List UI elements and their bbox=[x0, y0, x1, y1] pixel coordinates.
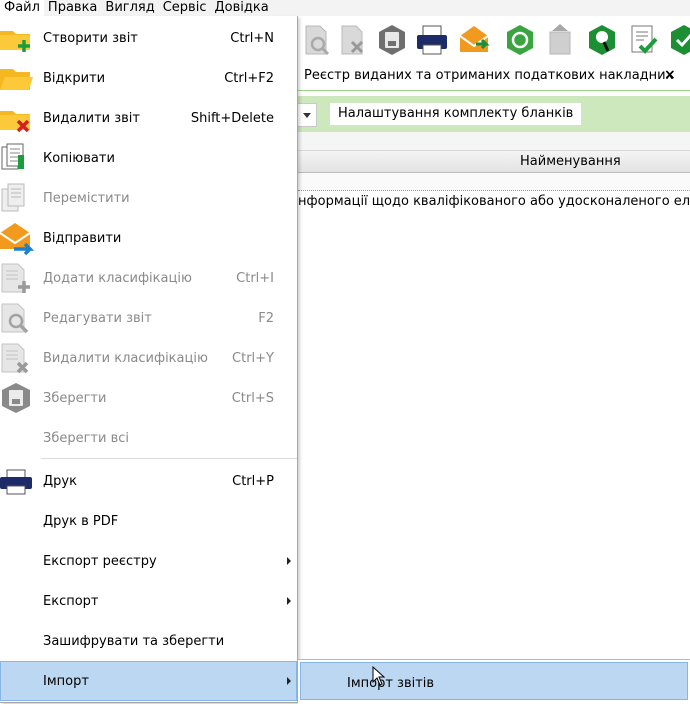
trash-icon[interactable] bbox=[542, 22, 578, 58]
submenu-arrow-icon bbox=[287, 677, 291, 685]
blanks-settings-button[interactable]: Налаштування комплекту бланків bbox=[330, 103, 582, 125]
edit-report-icon bbox=[1, 303, 29, 334]
edit-report-icon[interactable] bbox=[298, 22, 334, 58]
add-classification-icon bbox=[1, 263, 30, 293]
menu-item-shortcut: Ctrl+I bbox=[236, 271, 274, 286]
menu-item-print-pdf[interactable]: Друк в PDF bbox=[0, 501, 297, 541]
menu-item-send[interactable]: Відправити bbox=[0, 218, 297, 258]
grid-header: Найменування bbox=[298, 151, 690, 173]
menu-item-export-registry[interactable]: Експорт реєстру bbox=[0, 541, 297, 581]
printer-icon bbox=[0, 469, 32, 495]
menu-item-label: Зберегти всі bbox=[43, 431, 130, 446]
menu-item-label: Копіювати bbox=[43, 151, 115, 166]
folder-new-icon bbox=[0, 31, 30, 52]
menu-item-label: Друк в PDF bbox=[43, 514, 119, 529]
menu-item-import[interactable]: Імпорт bbox=[0, 661, 297, 701]
menu-help[interactable]: Довідка bbox=[210, 0, 272, 16]
submenu-arrow-icon bbox=[287, 597, 291, 605]
menu-item-copy[interactable]: Копіювати bbox=[0, 138, 297, 178]
menu-item-shortcut: F2 bbox=[258, 311, 274, 326]
menu-item-edit-report[interactable]: Редагувати звіт F2 bbox=[0, 298, 297, 338]
file-menu-dropdown: Створити звіт Ctrl+N Відкрити Ctrl+F2 Ви… bbox=[0, 16, 298, 703]
menu-item-label: Друк bbox=[43, 474, 77, 489]
menu-item-label: Редагувати звіт bbox=[43, 311, 152, 326]
menu-item-shortcut: Shift+Delete bbox=[190, 111, 274, 126]
menu-item-label: Створити звіт bbox=[43, 31, 138, 46]
submenu-item-import-reports[interactable]: Імпорт звітів bbox=[300, 662, 688, 700]
menu-item-label: Відкрити bbox=[43, 71, 106, 86]
folder-delete-icon bbox=[0, 111, 30, 133]
grid-group-panel bbox=[298, 132, 690, 151]
menu-item-shortcut: Ctrl+P bbox=[232, 474, 274, 489]
menu-item-delete-classification[interactable]: Видалити класифікацію Ctrl+Y bbox=[0, 338, 297, 378]
sync-icon[interactable] bbox=[502, 22, 538, 58]
menu-item-open[interactable]: Відкрити Ctrl+F2 bbox=[0, 58, 297, 98]
menu-item-label: Зашифрувати та зберегти bbox=[43, 634, 225, 649]
column-header-name[interactable]: Найменування bbox=[520, 154, 621, 169]
menu-item-label: Видалити звіт bbox=[43, 111, 140, 126]
menu-item-shortcut: Ctrl+Y bbox=[232, 351, 274, 366]
import-submenu: Імпорт звітів bbox=[298, 659, 690, 704]
menu-item-label: Експорт bbox=[43, 594, 99, 609]
document-check-icon[interactable] bbox=[626, 22, 662, 58]
menu-item-move[interactable]: Перемістити bbox=[0, 178, 297, 218]
menu-item-export[interactable]: Експорт bbox=[0, 581, 297, 621]
menu-item-print[interactable]: Друк Ctrl+P bbox=[0, 461, 297, 501]
menu-service[interactable]: Сервіс bbox=[159, 0, 211, 16]
menu-item-shortcut: Ctrl+F2 bbox=[224, 71, 274, 86]
menu-separator bbox=[41, 458, 297, 459]
menu-edit[interactable]: Правка bbox=[44, 0, 101, 16]
menu-item-label: Видалити класифікацію bbox=[43, 351, 208, 366]
menu-item-save[interactable]: Зберегти Ctrl+S bbox=[0, 378, 297, 418]
tab-title: Реєстр виданих та отриманих податкових н… bbox=[304, 68, 674, 83]
chevron-down-icon[interactable] bbox=[298, 103, 317, 127]
submenu-item-label: Імпорт звітів bbox=[347, 676, 435, 691]
send-envelope-icon[interactable] bbox=[456, 22, 492, 58]
send-envelope-icon bbox=[0, 223, 34, 255]
grid-filter-row[interactable] bbox=[298, 173, 690, 191]
menu-item-create-report[interactable]: Створити звіт Ctrl+N bbox=[0, 18, 297, 58]
document-tab[interactable]: Реєстр виданих та отриманих податкових н… bbox=[298, 64, 690, 91]
close-icon[interactable]: × bbox=[664, 67, 676, 83]
menu-item-label: Імпорт bbox=[43, 674, 89, 689]
menubar: Файл Правка Вигляд Сервіс Довідка bbox=[0, 0, 690, 16]
submenu-arrow-icon bbox=[287, 557, 291, 565]
menu-item-label: Перемістити bbox=[43, 191, 130, 206]
menu-item-label: Додати класифікацію bbox=[43, 271, 192, 286]
main-toolbar bbox=[298, 16, 690, 64]
menu-file[interactable]: Файл bbox=[0, 0, 44, 16]
menu-view[interactable]: Вигляд bbox=[101, 0, 158, 16]
menu-item-save-all[interactable]: Зберегти всі bbox=[0, 418, 297, 458]
folder-open-icon bbox=[0, 69, 33, 90]
table-cell-name: нформації щодо кваліфікованого або удоск… bbox=[298, 194, 690, 209]
menu-item-label: Відправити bbox=[43, 231, 122, 246]
copy-icon bbox=[1, 143, 24, 170]
shield-check-icon[interactable] bbox=[666, 22, 690, 58]
menu-item-shortcut: Ctrl+S bbox=[231, 391, 274, 406]
search-green-icon[interactable] bbox=[584, 22, 620, 58]
save-icon bbox=[2, 383, 30, 413]
table-row[interactable]: нформації щодо кваліфікованого або удоск… bbox=[298, 192, 690, 212]
delete-classification-icon[interactable] bbox=[334, 22, 370, 58]
delete-classification-icon bbox=[1, 343, 29, 374]
printer-icon[interactable] bbox=[414, 22, 450, 58]
menu-item-encrypt-save[interactable]: Зашифрувати та зберегти bbox=[0, 621, 297, 661]
mouse-pointer-icon bbox=[372, 666, 386, 686]
menu-item-label: Зберегти bbox=[43, 391, 107, 406]
menu-item-delete-report[interactable]: Видалити звіт Shift+Delete bbox=[0, 98, 297, 138]
save-icon[interactable] bbox=[374, 22, 410, 58]
menu-item-add-classification[interactable]: Додати класифікацію Ctrl+I bbox=[0, 258, 297, 298]
menu-item-shortcut: Ctrl+N bbox=[230, 31, 274, 46]
menu-item-label: Експорт реєстру bbox=[43, 554, 157, 569]
move-icon bbox=[1, 183, 25, 212]
